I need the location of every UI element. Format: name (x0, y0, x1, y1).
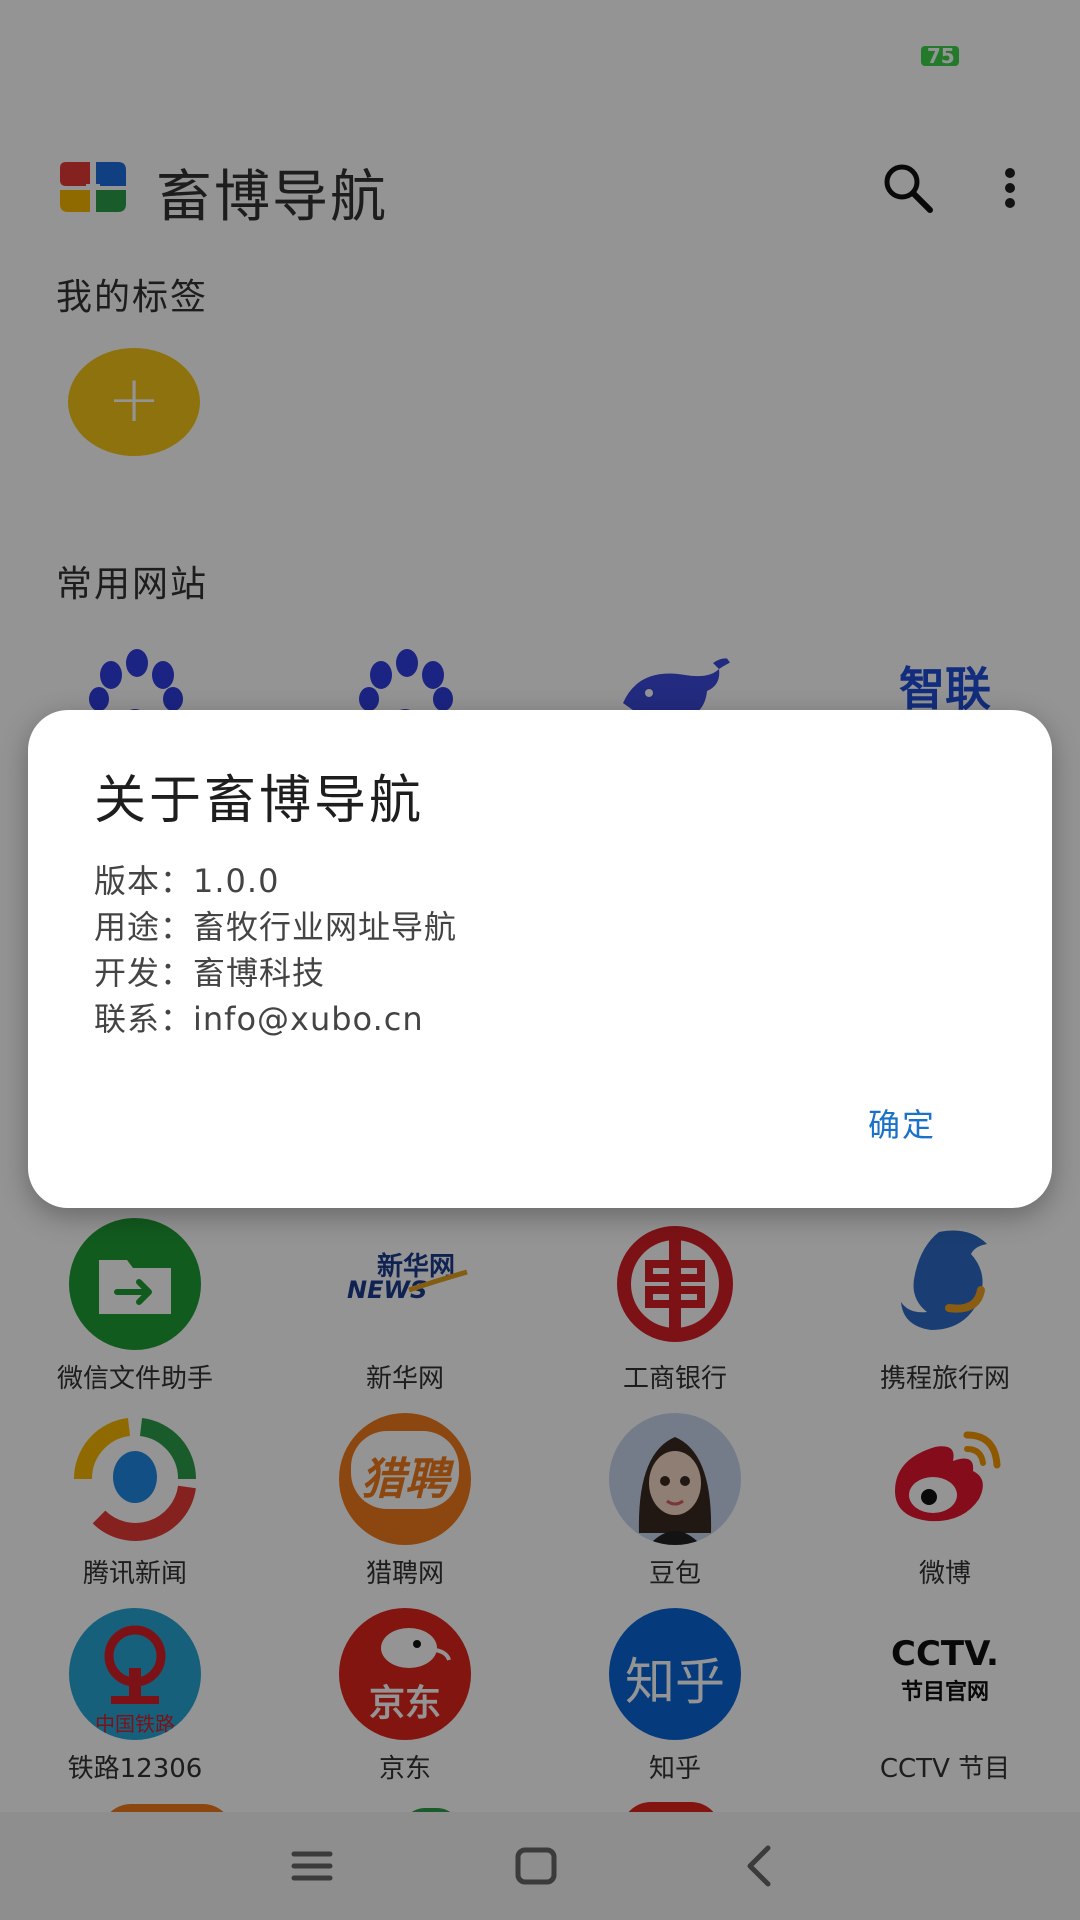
dialog-developer-line: 开发：畜博科技 (94, 954, 326, 992)
confirm-button[interactable]: 确定 (868, 1100, 936, 1146)
nav-scrim (0, 1812, 1080, 1920)
dialog-version-line: 版本：1.0.0 (94, 862, 280, 900)
dialog-contact-line: 联系：info@xubo.cn (94, 1000, 424, 1038)
dialog-body: 版本：1.0.0 用途：畜牧行业网址导航 开发：畜博科技 联系：info@xub… (94, 858, 457, 1042)
dialog-title: 关于畜博导航 (94, 771, 425, 831)
dialog-purpose-line: 用途：畜牧行业网址导航 (94, 908, 458, 946)
about-dialog: 关于畜博导航 版本：1.0.0 用途：畜牧行业网址导航 开发：畜博科技 联系：i… (28, 710, 1052, 1208)
